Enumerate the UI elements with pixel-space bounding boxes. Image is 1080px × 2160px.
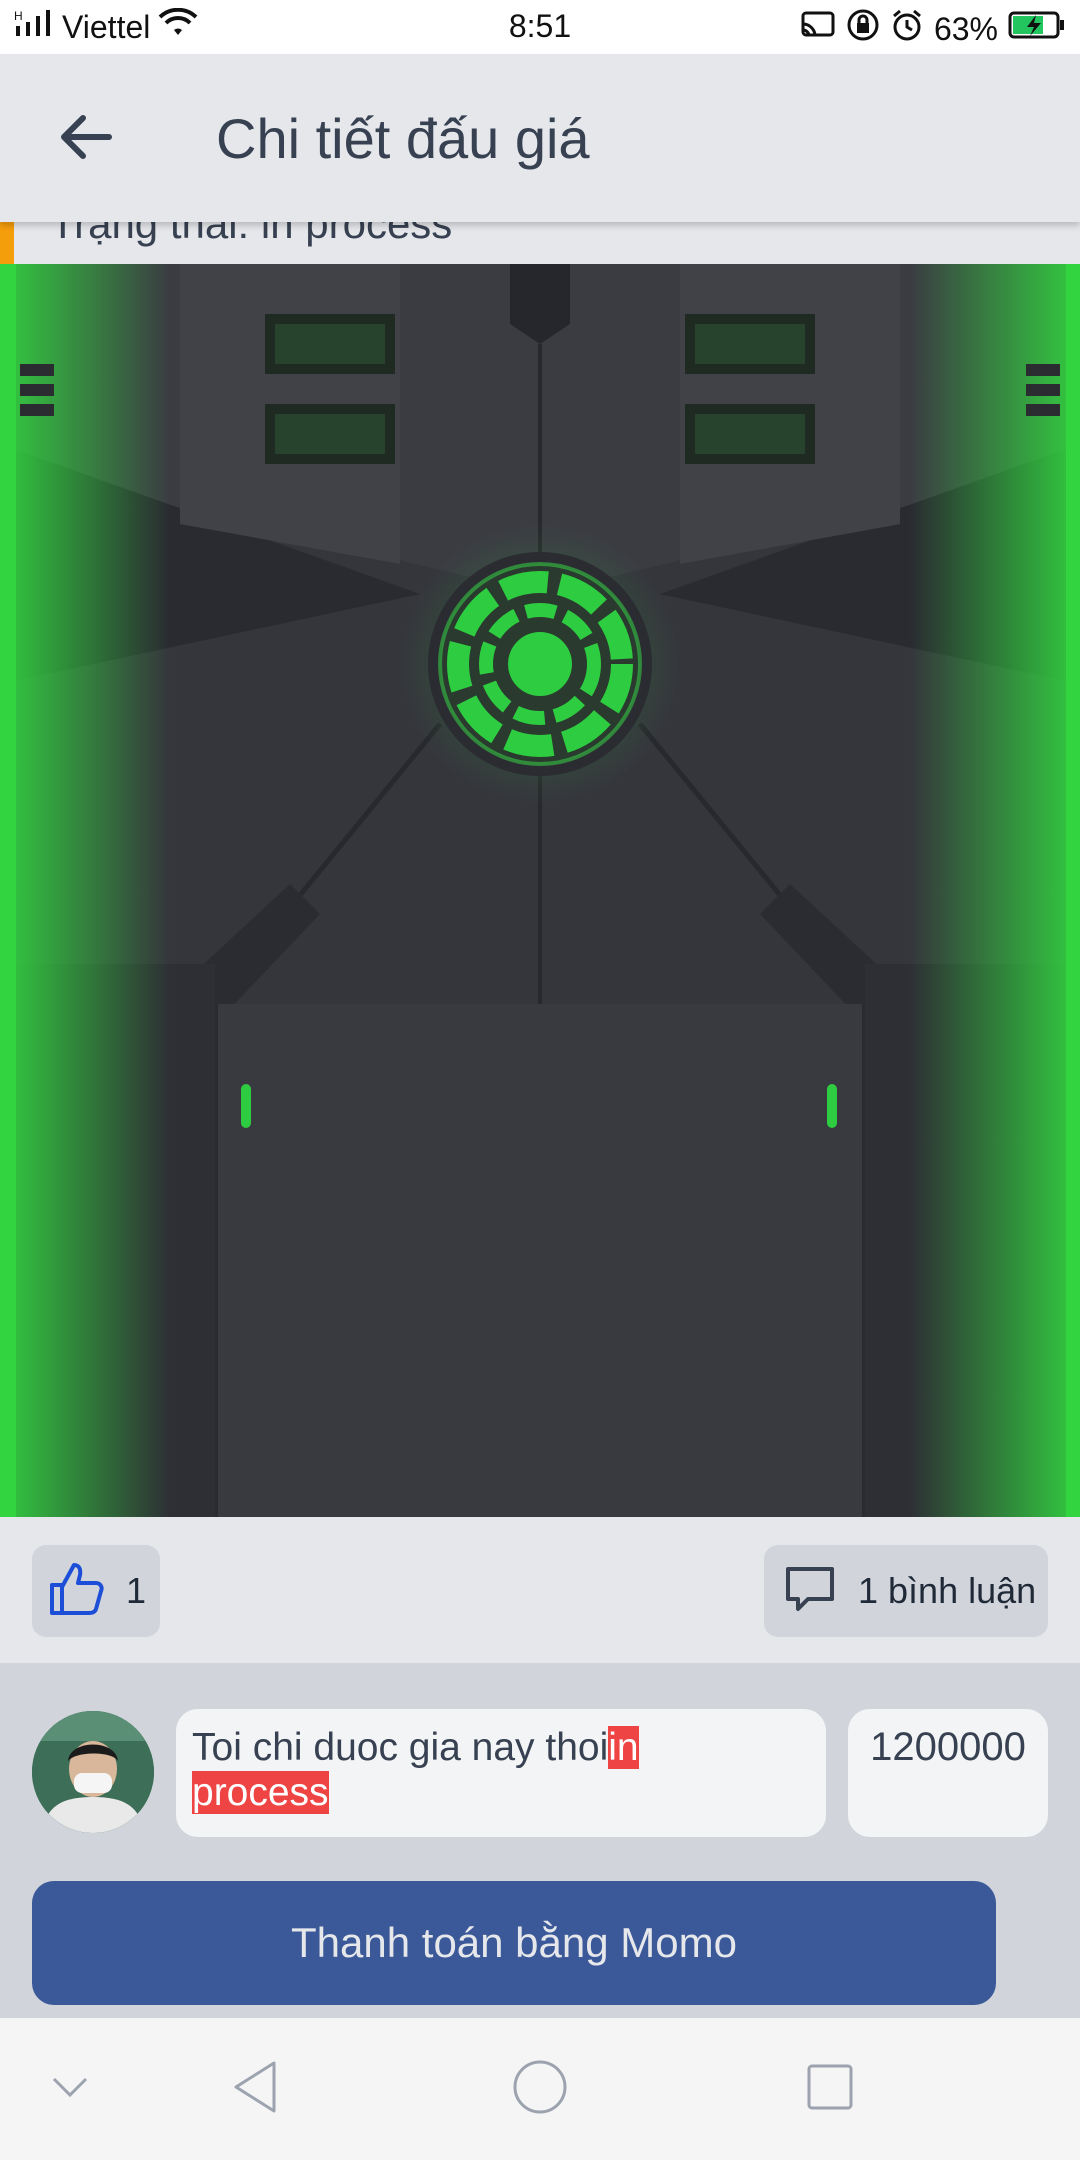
bid-status-tag: in: [608, 1726, 639, 1769]
bid-area: Toi chi duoc gia nay thoiin process 1200…: [0, 1663, 1080, 2018]
action-row: 1 1 bình luận: [0, 1517, 1080, 1663]
chevron-down-icon: [50, 2075, 90, 2104]
cast-icon: [800, 10, 836, 48]
circle-home-icon: [511, 2058, 569, 2121]
comment-icon: [782, 1561, 838, 1622]
arrow-left-icon: [57, 112, 113, 167]
system-nav-bar: [0, 2018, 1080, 2160]
signal-icon: H: [14, 8, 54, 46]
battery-charging-icon: [1008, 10, 1066, 48]
rotation-lock-icon: [846, 8, 880, 50]
status-bar: H Viettel 8:51 63%: [0, 0, 1080, 54]
comment-button[interactable]: 1 bình luận: [764, 1545, 1048, 1637]
nav-back-button[interactable]: [210, 2018, 300, 2160]
bid-comment-text: Toi chi duoc gia nay thoi: [192, 1726, 609, 1769]
nav-collapse-button[interactable]: [30, 2018, 110, 2160]
alarm-icon: [890, 8, 924, 50]
auction-item-image[interactable]: [0, 264, 1080, 1517]
wallpaper-illustration: [0, 264, 1080, 1517]
nav-home-button[interactable]: [495, 2018, 585, 2160]
square-recents-icon: [805, 2062, 855, 2117]
status-bar-left: H Viettel: [14, 7, 198, 46]
bid-comment-bubble: Toi chi duoc gia nay thoiin process: [176, 1709, 826, 1837]
nav-recents-button[interactable]: [785, 2018, 875, 2160]
bid-status-tag-cont: process: [192, 1771, 329, 1814]
svg-text:H: H: [14, 9, 23, 23]
avatar[interactable]: [32, 1711, 154, 1833]
carrier-name: Viettel: [62, 8, 151, 45]
wifi-icon: [158, 7, 198, 46]
comment-count-label: 1 bình luận: [858, 1570, 1037, 1611]
bid-amount: 1200000: [848, 1709, 1048, 1837]
momo-payment-button[interactable]: Thanh toán bằng Momo: [32, 1881, 996, 2005]
app-bar: Chi tiết đấu giá: [0, 54, 1080, 222]
thumbs-up-icon: [46, 1559, 106, 1624]
status-bar-right: 63%: [800, 8, 1066, 50]
back-button[interactable]: [50, 104, 120, 174]
page-title: Chi tiết đấu giá: [216, 107, 590, 170]
like-button[interactable]: 1: [32, 1545, 160, 1637]
triangle-back-icon: [230, 2059, 280, 2120]
battery-percent: 63%: [933, 10, 998, 47]
like-count: 1: [126, 1570, 147, 1611]
